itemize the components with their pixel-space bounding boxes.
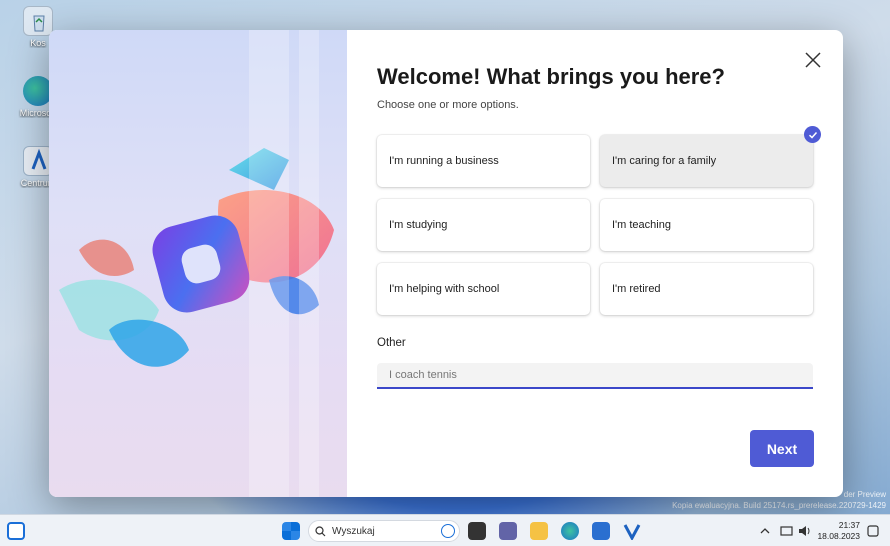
- app-icon[interactable]: [623, 522, 641, 542]
- widgets-icon[interactable]: [7, 522, 25, 540]
- search-icon: [315, 525, 326, 536]
- option-retired[interactable]: I'm retired: [600, 263, 813, 315]
- option-helping-school[interactable]: I'm helping with school: [377, 263, 590, 315]
- edge-icon[interactable]: [561, 522, 579, 540]
- clock[interactable]: 21:37 18.08.2023: [817, 520, 860, 542]
- other-label: Other: [377, 337, 406, 349]
- other-input[interactable]: [377, 363, 813, 389]
- teams-icon[interactable]: [499, 522, 517, 540]
- option-label: I'm studying: [389, 219, 448, 231]
- next-button[interactable]: Next: [750, 430, 814, 467]
- close-button[interactable]: [803, 50, 823, 70]
- clock-date: 18.08.2023: [817, 531, 860, 541]
- network-icon[interactable]: [778, 522, 796, 540]
- option-teaching[interactable]: I'm teaching: [600, 199, 813, 251]
- task-view-icon[interactable]: [468, 522, 486, 540]
- chevron-up-icon[interactable]: [756, 522, 774, 540]
- watermark-line: Kopia ewaluacyjna. Build 25174.rs_prerel…: [672, 501, 886, 510]
- option-studying[interactable]: I'm studying: [377, 199, 590, 251]
- dialog-content: Welcome! What brings you here? Choose on…: [347, 30, 843, 497]
- dialog-title: Welcome! What brings you here?: [377, 64, 725, 89]
- bing-icon[interactable]: [441, 524, 455, 538]
- hero-illustration: [49, 30, 347, 497]
- option-label: I'm running a business: [389, 155, 499, 167]
- search-placeholder: Wyszukaj: [332, 525, 375, 537]
- search-box[interactable]: Wyszukaj: [308, 520, 460, 542]
- option-label: I'm caring for a family: [612, 155, 717, 167]
- option-label: I'm teaching: [612, 219, 671, 231]
- volume-icon[interactable]: [796, 522, 814, 540]
- option-label: I'm retired: [612, 283, 661, 295]
- taskbar: Wyszukaj 21:37 18.08.2023: [0, 514, 890, 546]
- option-running-business[interactable]: I'm running a business: [377, 135, 590, 187]
- file-explorer-icon[interactable]: [530, 522, 548, 540]
- store-icon[interactable]: [592, 522, 610, 540]
- welcome-dialog: Welcome! What brings you here? Choose on…: [49, 30, 843, 497]
- close-icon: [805, 52, 821, 68]
- notification-icon[interactable]: [864, 522, 882, 540]
- checkmark-icon: [804, 126, 821, 143]
- option-caring-family[interactable]: I'm caring for a family: [600, 135, 813, 187]
- option-label: I'm helping with school: [389, 283, 500, 295]
- dialog-subtitle: Choose one or more options.: [377, 99, 519, 111]
- clock-time: 21:37: [838, 520, 860, 530]
- start-icon[interactable]: [282, 522, 300, 540]
